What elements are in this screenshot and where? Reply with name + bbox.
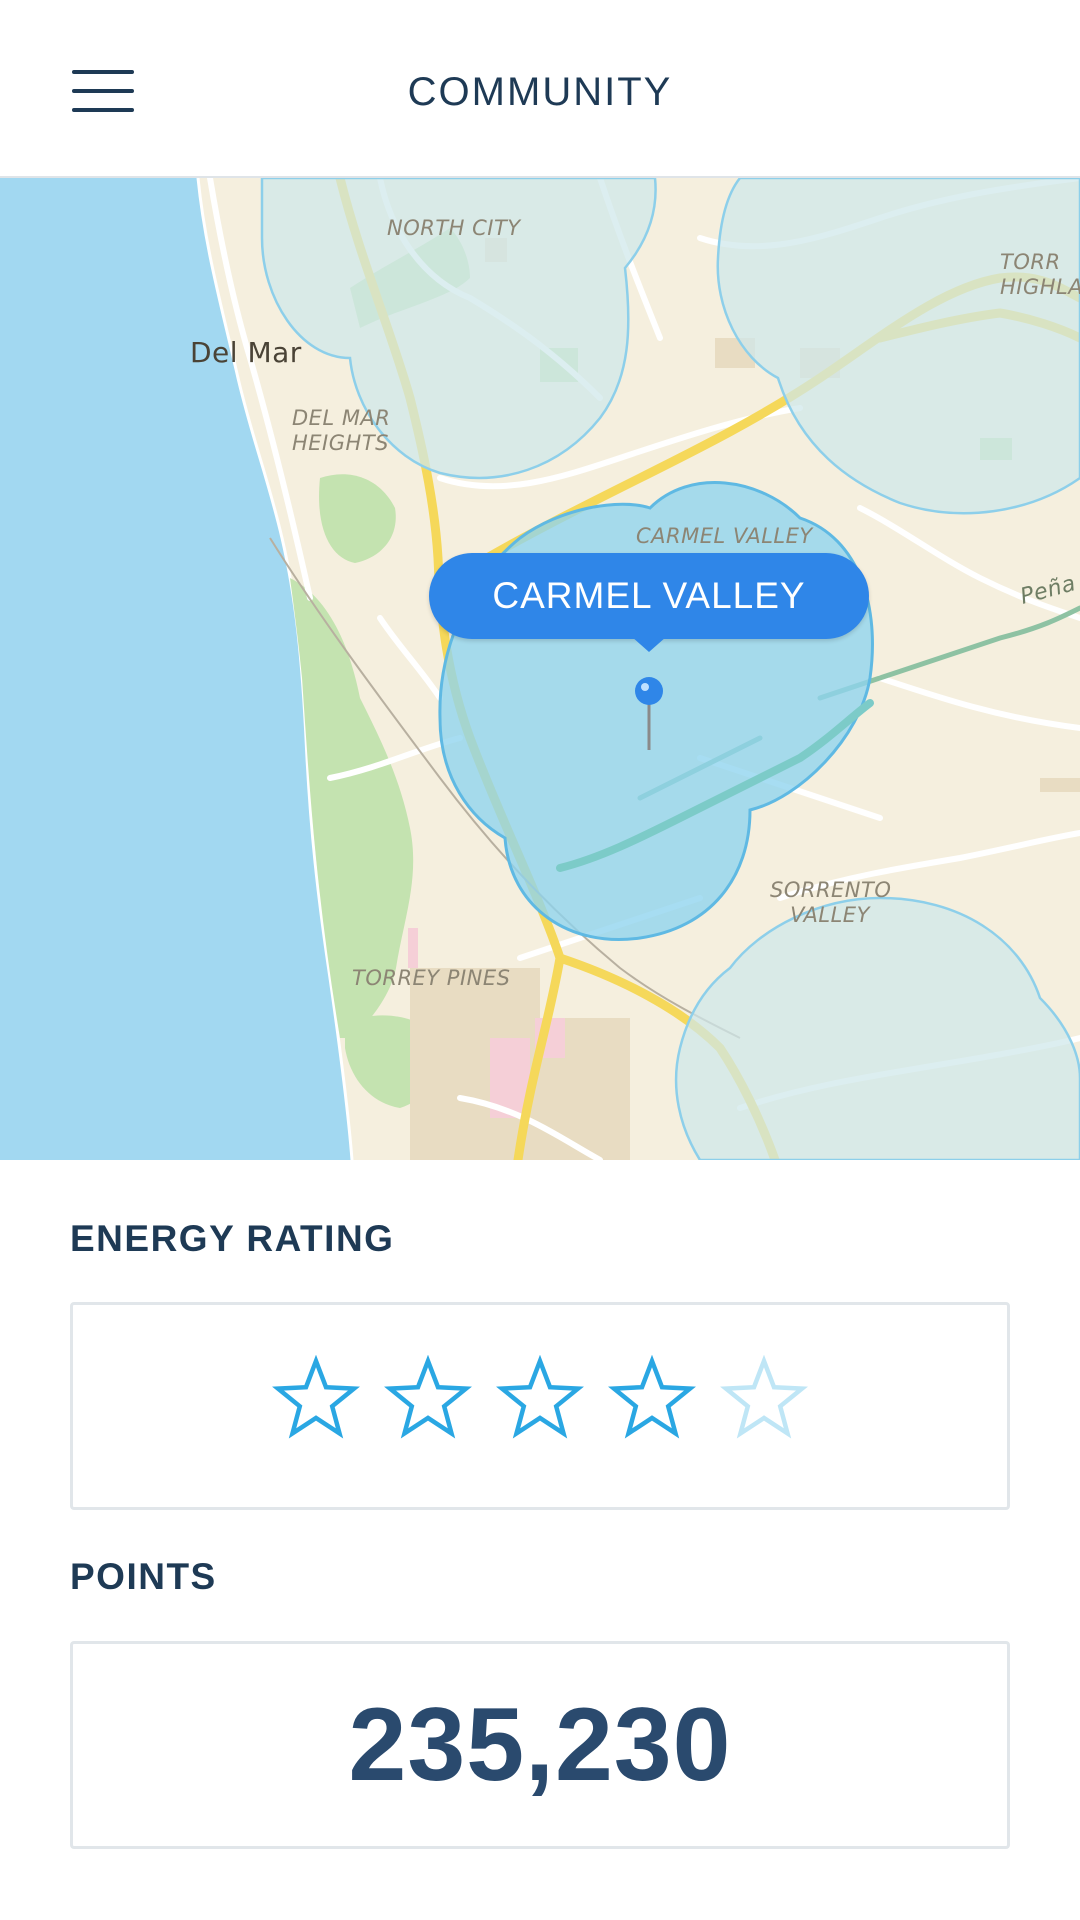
star-filled-icon[interactable] <box>272 1355 360 1443</box>
map-label-carmel-valley: CARMEL VALLEY <box>636 524 813 548</box>
top-bar: COMMUNITY <box>0 0 1080 178</box>
map-label-torrey-pines: TORREY PINES <box>352 966 511 990</box>
urban-block <box>408 928 418 968</box>
star-empty-icon[interactable] <box>720 1355 808 1443</box>
star-rating[interactable] <box>73 1355 1007 1455</box>
energy-rating-heading: ENERGY RATING <box>70 1218 395 1259</box>
map-label-del-mar: Del Mar <box>190 336 302 369</box>
map-label-sorrento-valley: SORRENTO VALLEY <box>770 878 892 927</box>
map-label-torrey-highlands: TORR HIGHLA <box>1000 250 1080 299</box>
region-torrey-highlands <box>716 178 1080 515</box>
star-filled-icon[interactable] <box>384 1355 472 1443</box>
star-filled-icon[interactable] <box>608 1355 696 1443</box>
callout-pointer <box>632 637 666 652</box>
community-map[interactable]: NORTH CITY Del Mar DEL MAR HEIGHTS CARME… <box>0 178 1080 1160</box>
map-canvas <box>0 178 1080 1160</box>
map-label-north-city: NORTH CITY <box>387 216 521 240</box>
map-label-del-mar-heights: DEL MAR HEIGHTS <box>292 406 391 455</box>
map-pin-icon[interactable] <box>632 676 666 754</box>
region-sorrento <box>674 896 1080 1160</box>
points-value: 235,230 <box>348 1687 732 1803</box>
park-torrey <box>319 474 396 563</box>
points-heading: POINTS <box>70 1556 217 1597</box>
page-title: COMMUNITY <box>407 70 673 114</box>
star-filled-icon[interactable] <box>496 1355 584 1443</box>
energy-rating-card <box>70 1302 1010 1510</box>
urban-block <box>1040 778 1080 792</box>
points-card: 235,230 <box>70 1641 1010 1849</box>
community-callout[interactable]: CARMEL VALLEY <box>429 553 869 639</box>
